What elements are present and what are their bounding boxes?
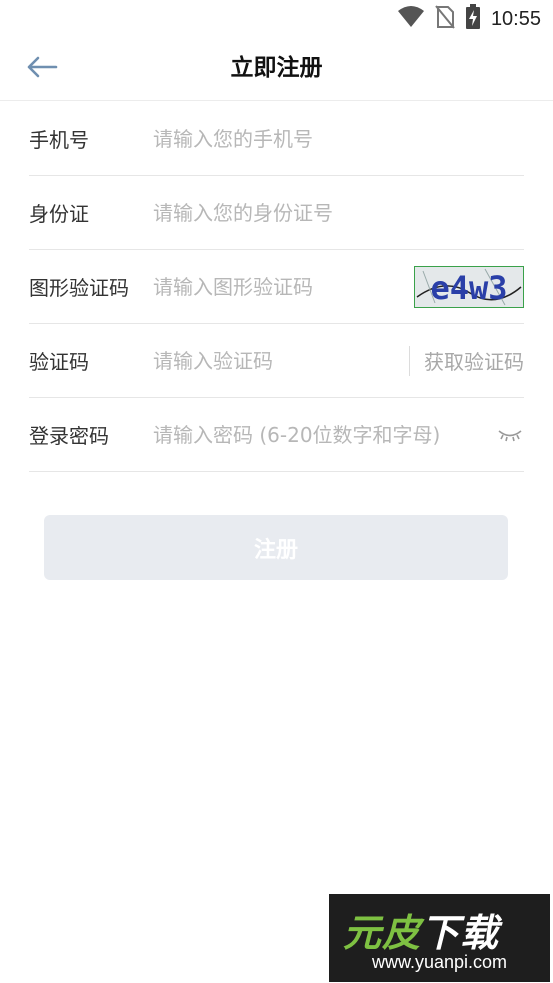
password-label: 登录密码 (29, 424, 109, 448)
battery-charging-icon (465, 4, 481, 34)
register-button[interactable]: 注册 (44, 515, 508, 580)
sms-divider (409, 345, 410, 376)
captcha-image[interactable]: e4w3 (414, 265, 524, 308)
status-icons: 10:55 (397, 4, 541, 34)
captcha-input[interactable] (153, 266, 414, 307)
watermark-logo-text: 元皮下载 (343, 911, 500, 955)
phone-input[interactable] (153, 118, 524, 159)
password-input[interactable] (153, 414, 498, 455)
header: 立即注册 (0, 38, 553, 101)
status-time: 10:55 (490, 7, 541, 30)
get-code-button[interactable]: 获取验证码 (424, 346, 524, 375)
id-card-input[interactable] (153, 192, 524, 233)
id-card-label: 身份证 (29, 202, 89, 226)
captcha-label: 图形验证码 (29, 276, 129, 300)
captcha-row: 图形验证码 e4w3 (29, 250, 524, 324)
sms-code-label: 验证码 (29, 350, 89, 374)
phone-label: 手机号 (29, 128, 89, 152)
phone-row: 手机号 (29, 102, 524, 176)
watermark-logo: 元皮下载 www.yuanpi.com (329, 894, 550, 982)
wifi-icon (397, 5, 425, 33)
eye-closed-icon[interactable] (498, 425, 524, 445)
sms-code-row: 验证码 获取验证码 (29, 324, 524, 398)
sms-code-input[interactable] (153, 340, 409, 381)
register-form: 手机号 身份证 图形验证码 e4w3 验证码 获取验证码 登录密码 (29, 102, 524, 472)
id-card-row: 身份证 (29, 176, 524, 250)
watermark-url: www.yuanpi.com (371, 952, 508, 972)
status-bar: 10:55 (0, 0, 553, 38)
captcha-text: e4w3 (430, 269, 507, 307)
page-title: 立即注册 (230, 55, 323, 81)
no-sim-icon (435, 5, 455, 33)
password-row: 登录密码 (29, 398, 524, 472)
